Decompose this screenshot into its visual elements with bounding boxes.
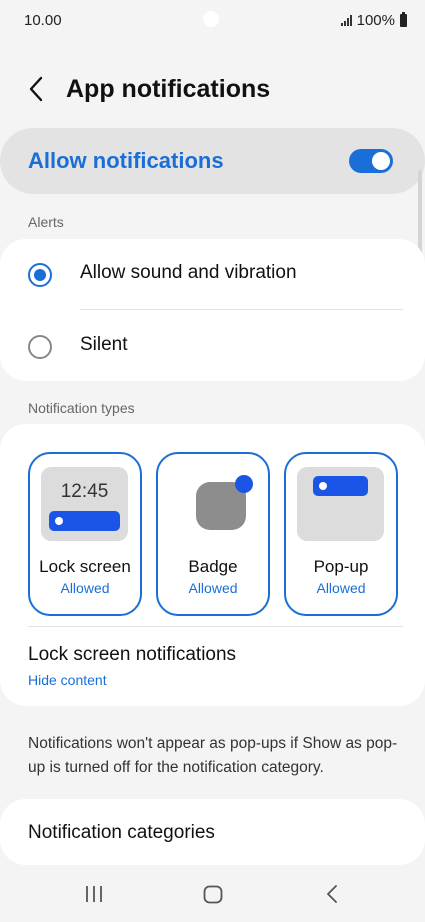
lock-screen-notifications-value: Hide content <box>28 672 107 688</box>
radio-silent[interactable] <box>28 335 52 359</box>
alerts-section-label: Alerts <box>28 214 64 230</box>
tile-name: Pop-up <box>313 557 369 576</box>
navigation-bar <box>0 868 425 922</box>
allow-notifications-label: Allow notifications <box>28 148 224 173</box>
alert-option-silent[interactable]: Silent <box>0 311 425 379</box>
page-title: App notifications <box>66 75 271 103</box>
battery-icon <box>400 12 407 27</box>
alerts-card: Allow sound and vibration Silent <box>0 239 425 381</box>
divider <box>80 309 403 310</box>
back-icon[interactable] <box>323 884 343 904</box>
preview-time: 12:45 <box>60 481 109 502</box>
status-time: 10.00 <box>24 12 62 29</box>
divider <box>28 626 403 627</box>
notification-dot-icon <box>55 517 63 525</box>
recents-icon[interactable] <box>84 885 104 903</box>
alert-option-sound-vibration[interactable]: Allow sound and vibration <box>0 239 425 307</box>
notification-categories-row[interactable]: Notification categories <box>0 799 425 865</box>
radio-label: Silent <box>80 334 128 355</box>
toggle-knob <box>372 152 390 170</box>
tile-lock-screen[interactable]: 12:45 Lock screen Allowed <box>28 452 142 616</box>
radio-label: Allow sound and vibration <box>80 262 297 283</box>
notification-bar-icon <box>49 511 120 531</box>
badge-dot-icon <box>235 475 253 493</box>
notification-categories-label: Notification categories <box>28 822 215 843</box>
back-arrow-icon[interactable] <box>22 74 52 104</box>
home-icon[interactable] <box>203 885 223 904</box>
tile-badge[interactable]: Badge Allowed <box>156 452 270 616</box>
badge-preview <box>169 467 256 541</box>
status-indicators: 100% <box>340 12 407 29</box>
battery-percentage: 100% <box>356 12 395 29</box>
notification-dot-icon <box>319 482 327 490</box>
notification-bar-icon <box>313 476 368 496</box>
tile-name: Lock screen <box>39 557 131 576</box>
tile-name: Badge <box>188 557 238 576</box>
notification-types-card: 12:45 Lock screen Allowed Badge Allowed <box>0 424 425 706</box>
lock-screen-preview: 12:45 <box>41 467 128 541</box>
tile-status: Allowed <box>316 580 366 596</box>
header: App notifications <box>0 60 425 120</box>
status-bar: 10.00 100% <box>0 0 425 40</box>
tile-status: Allowed <box>188 580 238 596</box>
radio-sound-vibration[interactable] <box>28 263 52 287</box>
tile-pop-up[interactable]: Pop-up Allowed <box>284 452 398 616</box>
lock-screen-notifications-title: Lock screen notifications <box>28 644 237 665</box>
signal-icon <box>340 15 352 26</box>
notification-types-section-label: Notification types <box>28 400 135 416</box>
tile-status: Allowed <box>60 580 110 596</box>
allow-notifications-toggle[interactable] <box>349 149 393 173</box>
allow-notifications-row[interactable]: Allow notifications <box>0 128 425 194</box>
screen: 10.00 100% App notifications Allow notif… <box>0 0 425 922</box>
pop-up-preview <box>297 467 384 541</box>
info-text: Notifications won't appear as pop-ups if… <box>28 735 398 776</box>
camera-cutout <box>203 11 219 27</box>
